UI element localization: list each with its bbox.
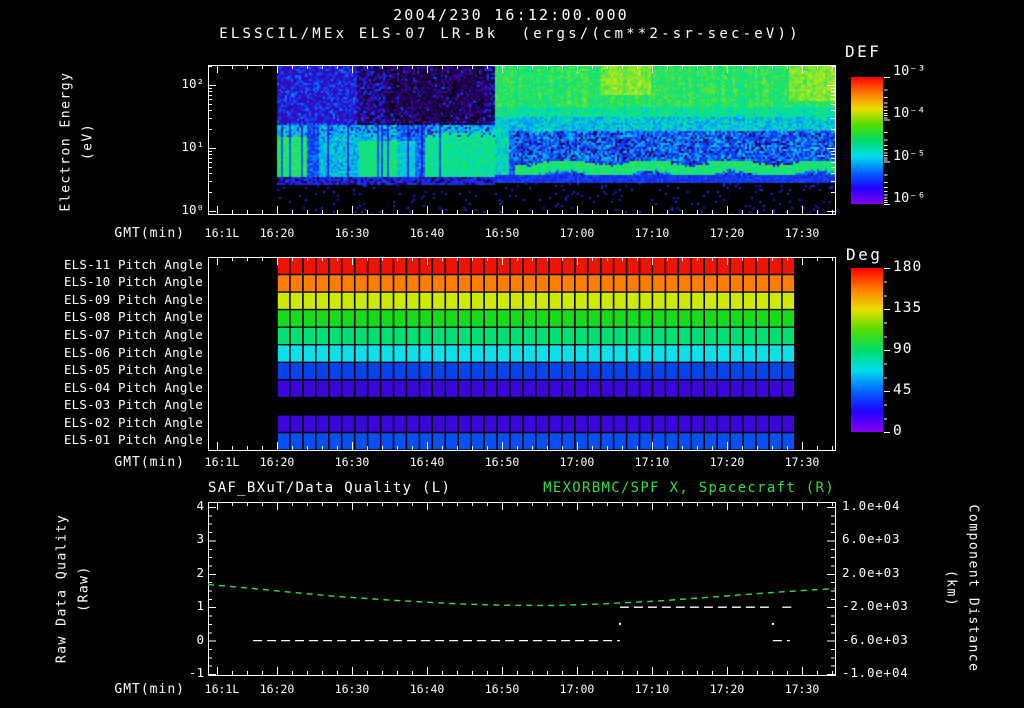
pitch-row-label: ELS-08 Pitch Angle <box>63 310 203 324</box>
tick-labels-layer: 16:1L16:1L16:1L16:2016:2016:2016:3016:30… <box>0 0 1024 708</box>
quality-tick-label: 2 <box>64 566 204 580</box>
quality-tick-label: 4 <box>64 499 204 513</box>
energy-tick-label: 10² <box>64 77 204 91</box>
deg-tick-label: 45 <box>893 383 1024 397</box>
def-tick-label: 10⁻⁵ <box>893 149 1024 163</box>
distance-tick-label: 1.0e+04 <box>842 499 982 513</box>
deg-tick-label: 180 <box>893 260 1024 274</box>
energy-tick-label: 10¹ <box>64 140 204 154</box>
quality-tick-label: 1 <box>64 599 204 613</box>
pitch-row-label: ELS-11 Pitch Angle <box>63 258 203 272</box>
distance-tick-label: -2.0e+03 <box>842 599 982 613</box>
quality-tick-label: -1 <box>64 666 204 680</box>
pitch-row-label: ELS-02 Pitch Angle <box>63 416 203 430</box>
quality-tick-label: 0 <box>64 633 204 647</box>
distance-tick-label: 2.0e+03 <box>842 566 982 580</box>
pitch-row-label: ELS-04 Pitch Angle <box>63 381 203 395</box>
mex-els-summary-plot: 2004/230 16:12:00.000 ELSSCIL/MEx ELS-07… <box>0 0 1024 708</box>
x-tick-label: 17:30 <box>742 682 862 696</box>
energy-tick-label: 10⁰ <box>64 203 204 217</box>
x-tick-label: 17:30 <box>742 226 862 240</box>
pitch-row-label: ELS-03 Pitch Angle <box>63 398 203 412</box>
quality-tick-label: 3 <box>64 532 204 546</box>
distance-tick-label: -1.0e+04 <box>842 666 982 680</box>
def-tick-label: 10⁻⁶ <box>893 191 1024 205</box>
pitch-row-label: ELS-05 Pitch Angle <box>63 363 203 377</box>
def-tick-label: 10⁻⁴ <box>893 106 1024 120</box>
distance-tick-label: 6.0e+03 <box>842 532 982 546</box>
deg-tick-label: 0 <box>893 424 1024 438</box>
deg-tick-label: 135 <box>893 301 1024 315</box>
pitch-row-label: ELS-01 Pitch Angle <box>63 433 203 447</box>
deg-tick-label: 90 <box>893 342 1024 356</box>
distance-tick-label: -6.0e+03 <box>842 633 982 647</box>
pitch-row-label: ELS-09 Pitch Angle <box>63 293 203 307</box>
def-tick-label: 10⁻³ <box>893 64 1024 78</box>
x-tick-label: 17:30 <box>742 455 862 469</box>
pitch-row-label: ELS-06 Pitch Angle <box>63 346 203 360</box>
pitch-row-label: ELS-10 Pitch Angle <box>63 275 203 289</box>
pitch-row-label: ELS-07 Pitch Angle <box>63 328 203 342</box>
